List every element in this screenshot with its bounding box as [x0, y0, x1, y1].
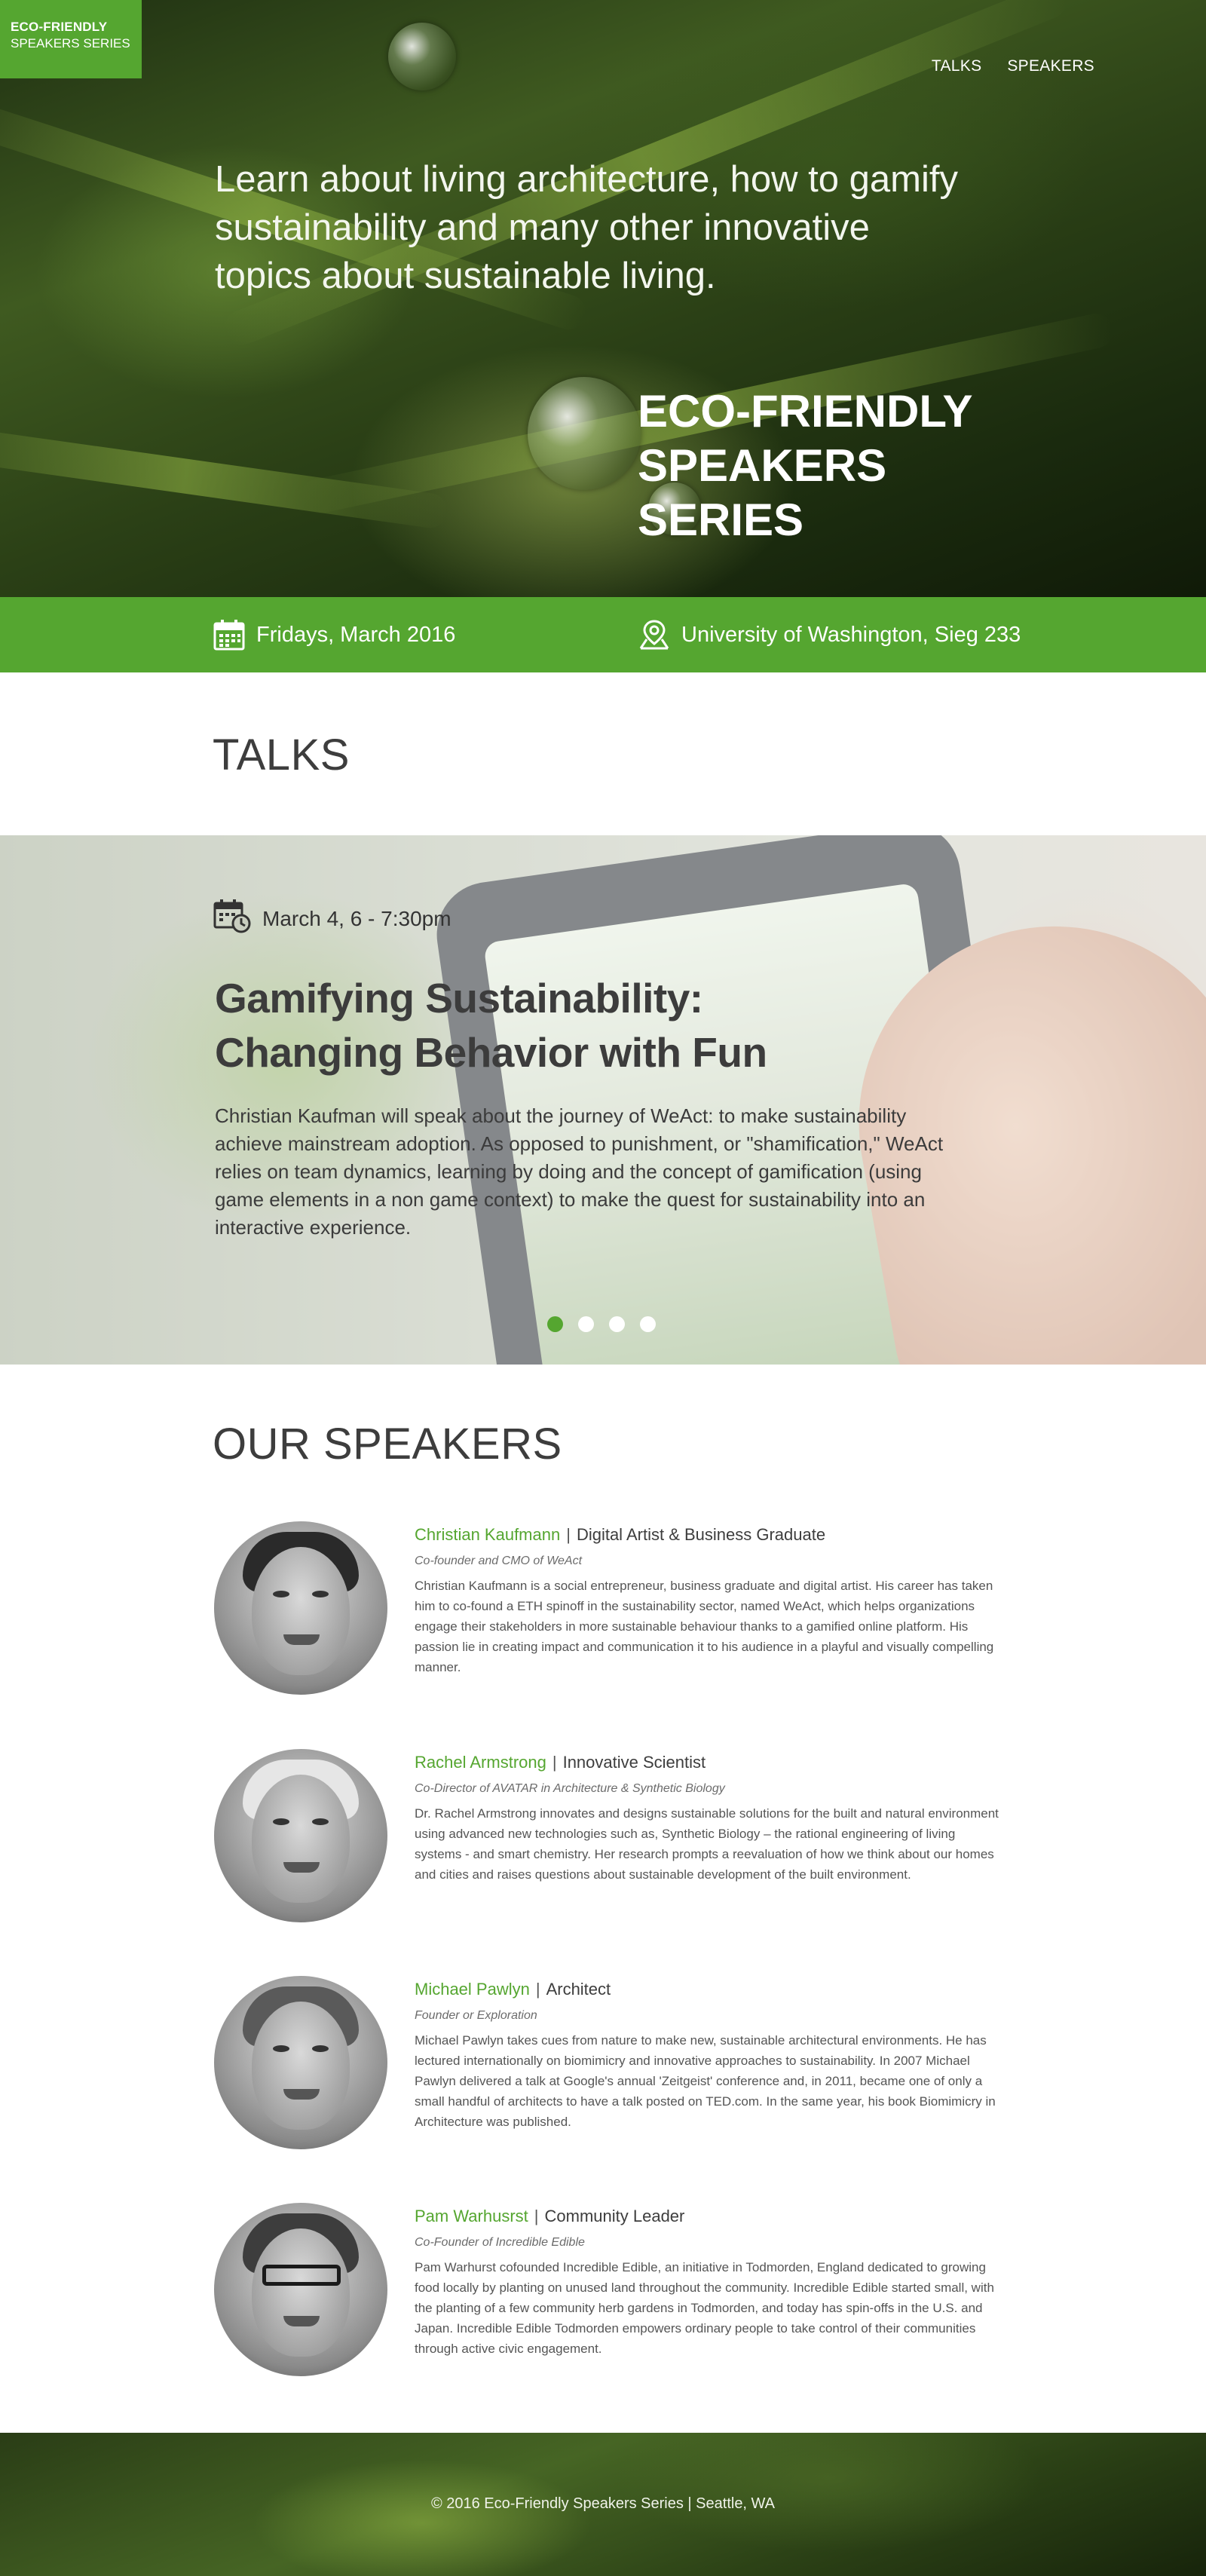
speaker-card: Christian Kaufmann | Digital Artist & Busi…: [214, 1521, 998, 1702]
talk-title: Gamifying Sustainability: Changing Behav…: [215, 971, 893, 1080]
carousel-dot-2[interactable]: [578, 1316, 594, 1332]
event-location: University of Washington, Sieg 233: [638, 597, 1021, 672]
speaker-role: Digital Artist & Business Graduate: [576, 1525, 826, 1544]
speaker-title: Co-Director of AVATAR in Architecture & …: [415, 1782, 725, 1795]
hero-title-line-2: SPEAKERS SERIES: [638, 440, 887, 545]
speaker-card: Rachel Armstrong | Innovative Scientist Co…: [214, 1749, 999, 1930]
site-footer: © 2016 Eco-Friendly Speakers Series | Se…: [0, 2433, 1206, 2576]
logo-line-2: SPEAKERS SERIES: [11, 36, 130, 51]
speaker-role: Community Leader: [544, 2207, 685, 2225]
name-separator: |: [566, 1525, 571, 1544]
calendar-clock-icon: [213, 898, 252, 939]
speaker-card: Michael Pawlyn | Architect Founder or Expl…: [214, 1976, 998, 2157]
nav-link-speakers[interactable]: SPEAKERS: [1007, 57, 1094, 75]
avatar: [214, 1521, 387, 1695]
avatar: [214, 1749, 387, 1922]
map-pin-icon: [638, 618, 671, 651]
speaker-name: Pam Warhusrst: [415, 2207, 528, 2225]
speaker-bio: Christian Kaufmann is a social entrepren…: [415, 1579, 994, 1674]
speaker-title: Co-founder and CMO of WeAct: [415, 1554, 583, 1567]
speaker-role: Innovative Scientist: [562, 1753, 706, 1772]
talk-date-text: March 4, 6 - 7:30pm: [262, 906, 451, 930]
speaker-bio: Pam Warhurst cofounded Incredible Edible…: [415, 2260, 994, 2356]
speaker-title: Founder or Exploration: [415, 2009, 537, 2022]
carousel-dot-1[interactable]: [547, 1316, 563, 1332]
event-date: Fridays, March 2016: [213, 597, 455, 672]
speaker-card: Pam Warhusrst | Community Leader Co-Founde…: [214, 2203, 998, 2384]
event-location-text: University of Washington, Sieg 233: [681, 622, 1021, 647]
speaker-title: Co-Founder of Incredible Edible: [415, 2236, 585, 2249]
name-separator: |: [535, 1980, 540, 1999]
top-navigation: TALKS SPEAKERS: [932, 57, 1094, 75]
talk-description: Christian Kaufman will speak about the j…: [215, 1104, 944, 1239]
site-logo[interactable]: ECO-FRIENDLY SPEAKERS SERIES: [0, 0, 142, 78]
footer-copyright: © 2016 Eco-Friendly Speakers Series | Se…: [430, 2495, 776, 2512]
talk-carousel-slide: March 4, 6 - 7:30pm Gamifying Sustainabi…: [0, 835, 1206, 1365]
hero-lead-text: Learn about living architecture, how to …: [215, 159, 958, 296]
talks-section-title: TALKS: [213, 731, 350, 780]
speaker-role: Architect: [546, 1980, 611, 1999]
event-date-text: Fridays, March 2016: [256, 622, 456, 647]
avatar: [214, 1976, 387, 2149]
water-drop-decoration: [528, 377, 641, 490]
hero-banner: ECO-FRIENDLY SPEAKERS SERIES TALKS SPEAK…: [0, 0, 1206, 597]
talk-date: March 4, 6 - 7:30pm: [213, 898, 451, 939]
calendar-icon: [213, 618, 246, 651]
event-info-bar: Fridays, March 2016 University of Washin…: [0, 597, 1206, 672]
talk-title-line-1: Gamifying Sustainability:: [215, 975, 703, 1022]
carousel-pagination: [547, 1316, 656, 1332]
hero-title-line-1: ECO-FRIENDLY: [638, 386, 973, 436]
water-drop-decoration: [388, 23, 456, 90]
speakers-section-title: OUR SPEAKERS: [213, 1420, 562, 1469]
carousel-dot-4[interactable]: [640, 1316, 656, 1332]
name-separator: |: [534, 2207, 539, 2225]
name-separator: |: [552, 1753, 557, 1772]
talk-title-line-2: Changing Behavior with Fun: [215, 1029, 767, 1076]
speaker-name: Michael Pawlyn: [415, 1980, 530, 1999]
nav-link-talks[interactable]: TALKS: [932, 57, 981, 75]
carousel-dot-3[interactable]: [609, 1316, 625, 1332]
speaker-name: Rachel Armstrong: [415, 1753, 546, 1772]
avatar: [214, 2203, 387, 2376]
hero-title: ECO-FRIENDLY SPEAKERS SERIES: [638, 384, 1060, 547]
logo-line-1: ECO-FRIENDLY: [11, 20, 108, 34]
speaker-name: Christian Kaufmann: [415, 1525, 561, 1544]
speaker-bio: Michael Pawlyn takes cues from nature to…: [415, 2033, 996, 2129]
speaker-bio: Dr. Rachel Armstrong innovates and desig…: [415, 1806, 999, 1882]
